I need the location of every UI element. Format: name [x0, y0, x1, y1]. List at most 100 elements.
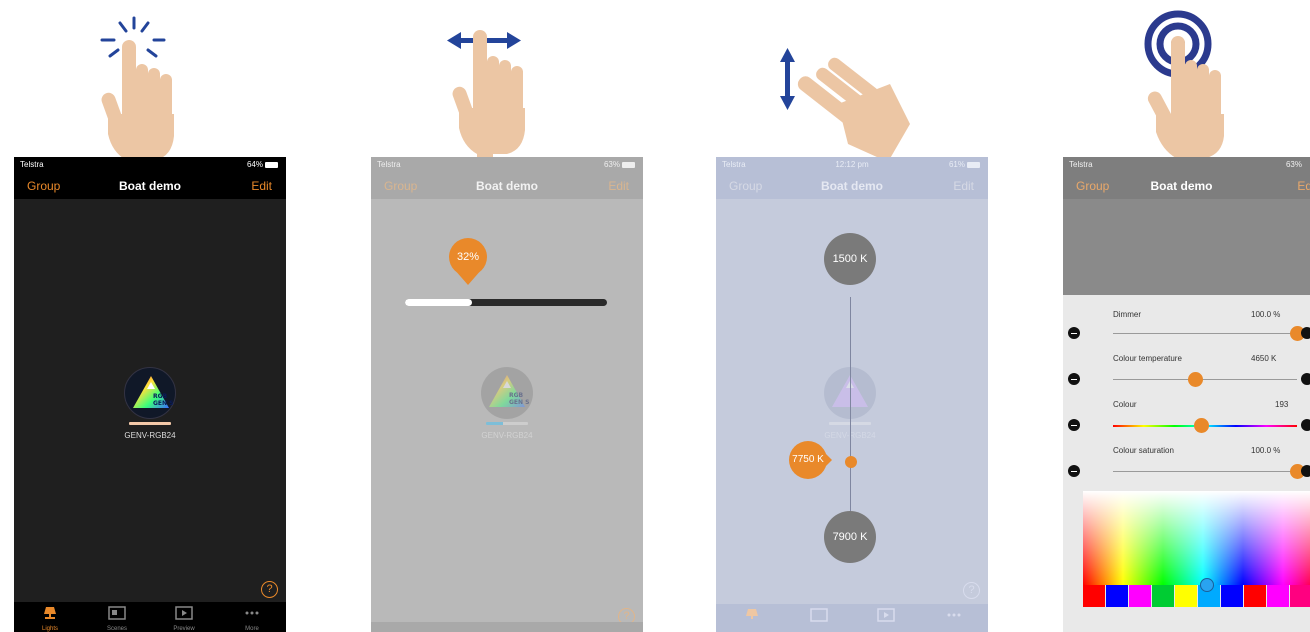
- tab-lights[interactable]: [743, 608, 761, 622]
- help-button[interactable]: ?: [963, 582, 980, 599]
- colour-swatch[interactable]: [1175, 585, 1197, 607]
- dimmer-increase-button[interactable]: [1301, 327, 1310, 339]
- tutorial-stage: Telstra 64% Group Boat demo Edit RGB GEN…: [0, 0, 1310, 632]
- battery-indicator: 64%: [247, 160, 278, 169]
- tab-more-label: More: [245, 626, 259, 632]
- colour-temperature-increase-button[interactable]: [1301, 373, 1310, 385]
- temp-max-bubble: 7900 K: [824, 511, 876, 563]
- colour-swatch[interactable]: [1152, 585, 1174, 607]
- svg-text:RGB: RGB: [153, 393, 168, 400]
- status-bar: Telstra 64%: [14, 157, 286, 173]
- rgb-logo-icon: RGB GEN S: [481, 367, 533, 419]
- page-title: Boat demo: [118, 179, 181, 193]
- tab-bar: [371, 622, 643, 632]
- tab-scenes[interactable]: [810, 608, 828, 622]
- colour-temperature-slider-track[interactable]: [1113, 379, 1297, 380]
- device-name: GENV-RGB24: [124, 431, 176, 440]
- page-title: Boat demo: [820, 179, 883, 193]
- nav-bar: Group Boat demo Edit: [371, 173, 643, 199]
- phone-screen-tap: Telstra 64% Group Boat demo Edit RGB GEN…: [14, 157, 286, 632]
- colour-slider-knob[interactable]: [1193, 418, 1209, 433]
- colour-swatch-row: [1083, 585, 1310, 607]
- carrier-label: Telstra: [1069, 160, 1093, 169]
- nav-bar: Group Boat demo Ed: [1063, 173, 1310, 199]
- tab-lights-label: Lights: [41, 626, 58, 632]
- colour-swatch[interactable]: [1290, 585, 1310, 607]
- edit-button[interactable]: Ed: [1297, 179, 1310, 193]
- device-level-bar: [129, 422, 171, 425]
- edit-button[interactable]: Edit: [251, 179, 272, 193]
- lamp-icon: [746, 609, 758, 619]
- colour-swatch[interactable]: [1221, 585, 1243, 607]
- time-label: 12:12 pm: [835, 160, 869, 169]
- tab-bar: [716, 604, 988, 632]
- colour-increase-button[interactable]: [1301, 419, 1310, 431]
- lamp-icon: [44, 607, 56, 619]
- carrier-label: Telstra: [20, 160, 44, 169]
- battery-indicator: 61%: [949, 160, 980, 169]
- colour-slider-row: Colour 193: [1063, 399, 1310, 433]
- colour-picker-field[interactable]: [1083, 491, 1310, 585]
- tab-preview[interactable]: [877, 608, 895, 622]
- colour-temperature-slider-row: Colour temperature 4650 K: [1063, 353, 1310, 387]
- colour-swatch[interactable]: [1106, 585, 1128, 607]
- colour-swatch[interactable]: [1267, 585, 1289, 607]
- device-tile[interactable]: RGB GEN S GENV-RGB24: [481, 367, 533, 440]
- bottom-area: [1063, 607, 1310, 632]
- dimmer-value: 100.0 %: [1251, 310, 1281, 319]
- page-title: Boat demo: [1150, 179, 1213, 193]
- page-title: Boat demo: [475, 179, 538, 193]
- battery-indicator: 63%: [604, 160, 635, 169]
- battery-indicator: 63%: [1286, 160, 1302, 169]
- tab-bar: Lights Scenes Preview More: [14, 602, 286, 632]
- svg-text:GEN S: GEN S: [153, 400, 173, 407]
- status-bar: Telstra 12:12 pm 61%: [716, 157, 988, 173]
- battery-label: 64%: [246, 160, 263, 169]
- colour-label: Colour: [1113, 400, 1137, 409]
- dimmer-slider-row: Dimmer 100.0 %: [1063, 307, 1310, 341]
- colour-saturation-increase-button[interactable]: [1301, 465, 1310, 477]
- battery-label: 61%: [948, 160, 965, 169]
- battery-label: 63%: [1285, 160, 1302, 169]
- more-icon: [245, 611, 259, 615]
- svg-text:RGB: RGB: [509, 392, 524, 399]
- tab-scenes[interactable]: [108, 606, 126, 620]
- colour-value: 193: [1275, 400, 1289, 409]
- edit-button[interactable]: Edit: [608, 179, 629, 193]
- scenes-icon: [108, 606, 126, 620]
- phone-screen-drag: Telstra 12:12 pm 61% Group Boat demo Edi…: [716, 157, 988, 632]
- tab-preview[interactable]: [175, 606, 193, 620]
- dimmer-decrease-button[interactable]: [1068, 327, 1080, 339]
- dimmer-value-label: 32%: [456, 251, 480, 263]
- colour-swatch[interactable]: [1129, 585, 1151, 607]
- dimmer-slider-track[interactable]: [1113, 333, 1297, 334]
- battery-label: 63%: [603, 160, 620, 169]
- help-button[interactable]: ?: [261, 581, 278, 598]
- nav-bar: Group Boat demo Edit: [716, 173, 988, 199]
- colour-picker-cursor[interactable]: [1200, 578, 1214, 592]
- scene-preview-area: [1063, 199, 1310, 295]
- dimmer-label: Dimmer: [1113, 310, 1141, 319]
- colour-temperature-decrease-button[interactable]: [1068, 373, 1080, 385]
- colour-saturation-slider-track[interactable]: [1113, 471, 1297, 472]
- play-icon: [175, 606, 193, 620]
- colour-saturation-decrease-button[interactable]: [1068, 465, 1080, 477]
- colour-saturation-value: 100.0 %: [1251, 446, 1281, 455]
- tab-lights[interactable]: [41, 606, 59, 620]
- edit-button[interactable]: Edit: [953, 179, 974, 193]
- tab-more[interactable]: [945, 608, 963, 622]
- battery-icon: [622, 161, 635, 168]
- carrier-label: Telstra: [377, 160, 401, 169]
- colour-temperature-slider-knob[interactable]: [1188, 372, 1204, 387]
- status-bar: Telstra 63%: [1063, 157, 1310, 173]
- colour-swatch[interactable]: [1244, 585, 1266, 607]
- battery-icon: [967, 161, 980, 168]
- phone-screen-long-press: Telstra 63% Group Boat demo Ed Dimmer 10…: [1063, 157, 1310, 632]
- colour-decrease-button[interactable]: [1068, 419, 1080, 431]
- dimmer-slider-track[interactable]: [405, 299, 607, 306]
- temperature-slider-knob[interactable]: [845, 456, 857, 468]
- colour-swatch[interactable]: [1083, 585, 1105, 607]
- temperature-slider-track[interactable]: [850, 297, 851, 534]
- device-tile[interactable]: RGB GEN S GENV-RGB24: [124, 367, 176, 440]
- tab-more[interactable]: [243, 606, 261, 620]
